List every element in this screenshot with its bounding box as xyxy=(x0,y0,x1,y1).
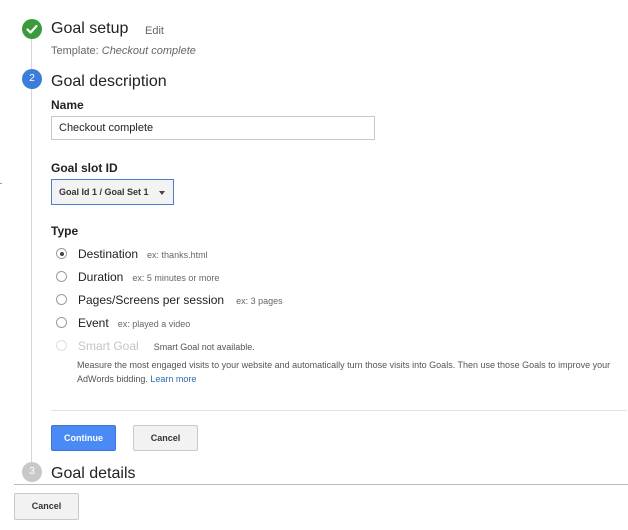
option-destination-label: Destination xyxy=(78,247,139,261)
section-divider xyxy=(51,410,627,411)
chevron-down-icon xyxy=(159,191,165,195)
step1-title: Goal setup xyxy=(51,20,129,37)
continue-button[interactable]: Continue xyxy=(51,425,116,451)
option-duration-example: ex: 5 minutes or more xyxy=(132,273,220,283)
step3-number-badge: 3 xyxy=(22,462,42,482)
radio-duration[interactable] xyxy=(56,271,67,282)
footer-cancel-button[interactable]: Cancel xyxy=(14,493,79,520)
footer-divider xyxy=(14,484,628,485)
step2-number-badge: 2 xyxy=(22,69,42,89)
edge-tick xyxy=(0,183,2,184)
option-duration[interactable]: Duration ex: 5 minutes or more xyxy=(78,270,219,284)
option-event[interactable]: Event ex: played a video xyxy=(78,316,190,330)
goal-slot-value: Goal Id 1 / Goal Set 1 xyxy=(59,187,149,197)
template-line: Template: Checkout complete xyxy=(51,45,196,57)
template-value: Checkout complete xyxy=(101,45,196,57)
timeline-line-2 xyxy=(31,89,32,463)
type-label: Type xyxy=(51,224,79,238)
learn-more-link[interactable]: Learn more xyxy=(150,374,196,384)
option-smart-goal: Smart Goal Smart Goal not available. xyxy=(78,339,255,353)
option-duration-label: Duration xyxy=(78,270,124,284)
radio-pages-per-session[interactable] xyxy=(56,294,67,305)
name-label: Name xyxy=(51,98,84,112)
radio-event[interactable] xyxy=(56,317,67,328)
radio-destination[interactable] xyxy=(56,248,67,259)
step2-title: Goal description xyxy=(51,73,167,90)
option-event-label: Event xyxy=(78,316,109,330)
goal-name-input[interactable] xyxy=(51,116,375,140)
step-cancel-button[interactable]: Cancel xyxy=(133,425,198,451)
option-pages-example: ex: 3 pages xyxy=(236,296,283,306)
goal-slot-dropdown[interactable]: Goal Id 1 / Goal Set 1 xyxy=(51,179,174,205)
goal-slot-label: Goal slot ID xyxy=(51,161,118,175)
template-prefix: Template: xyxy=(51,45,102,57)
edit-link[interactable]: Edit xyxy=(145,25,164,37)
step-complete-icon xyxy=(22,19,42,39)
smart-goal-unavailable-note: Smart Goal not available. xyxy=(153,342,255,352)
option-pages-per-session[interactable]: Pages/Screens per session ex: 3 pages xyxy=(78,293,283,307)
option-event-example: ex: played a video xyxy=(117,319,191,329)
option-destination-example: ex: thanks.html xyxy=(147,250,208,260)
option-pages-label: Pages/Screens per session xyxy=(78,293,225,307)
smart-goal-description: Measure the most engaged visits to your … xyxy=(77,358,617,386)
radio-smart-goal xyxy=(56,340,67,351)
option-destination[interactable]: Destination ex: thanks.html xyxy=(78,247,208,261)
option-smart-goal-label: Smart Goal xyxy=(78,339,139,353)
step3-title: Goal details xyxy=(51,465,136,482)
timeline-line-1 xyxy=(31,38,32,72)
